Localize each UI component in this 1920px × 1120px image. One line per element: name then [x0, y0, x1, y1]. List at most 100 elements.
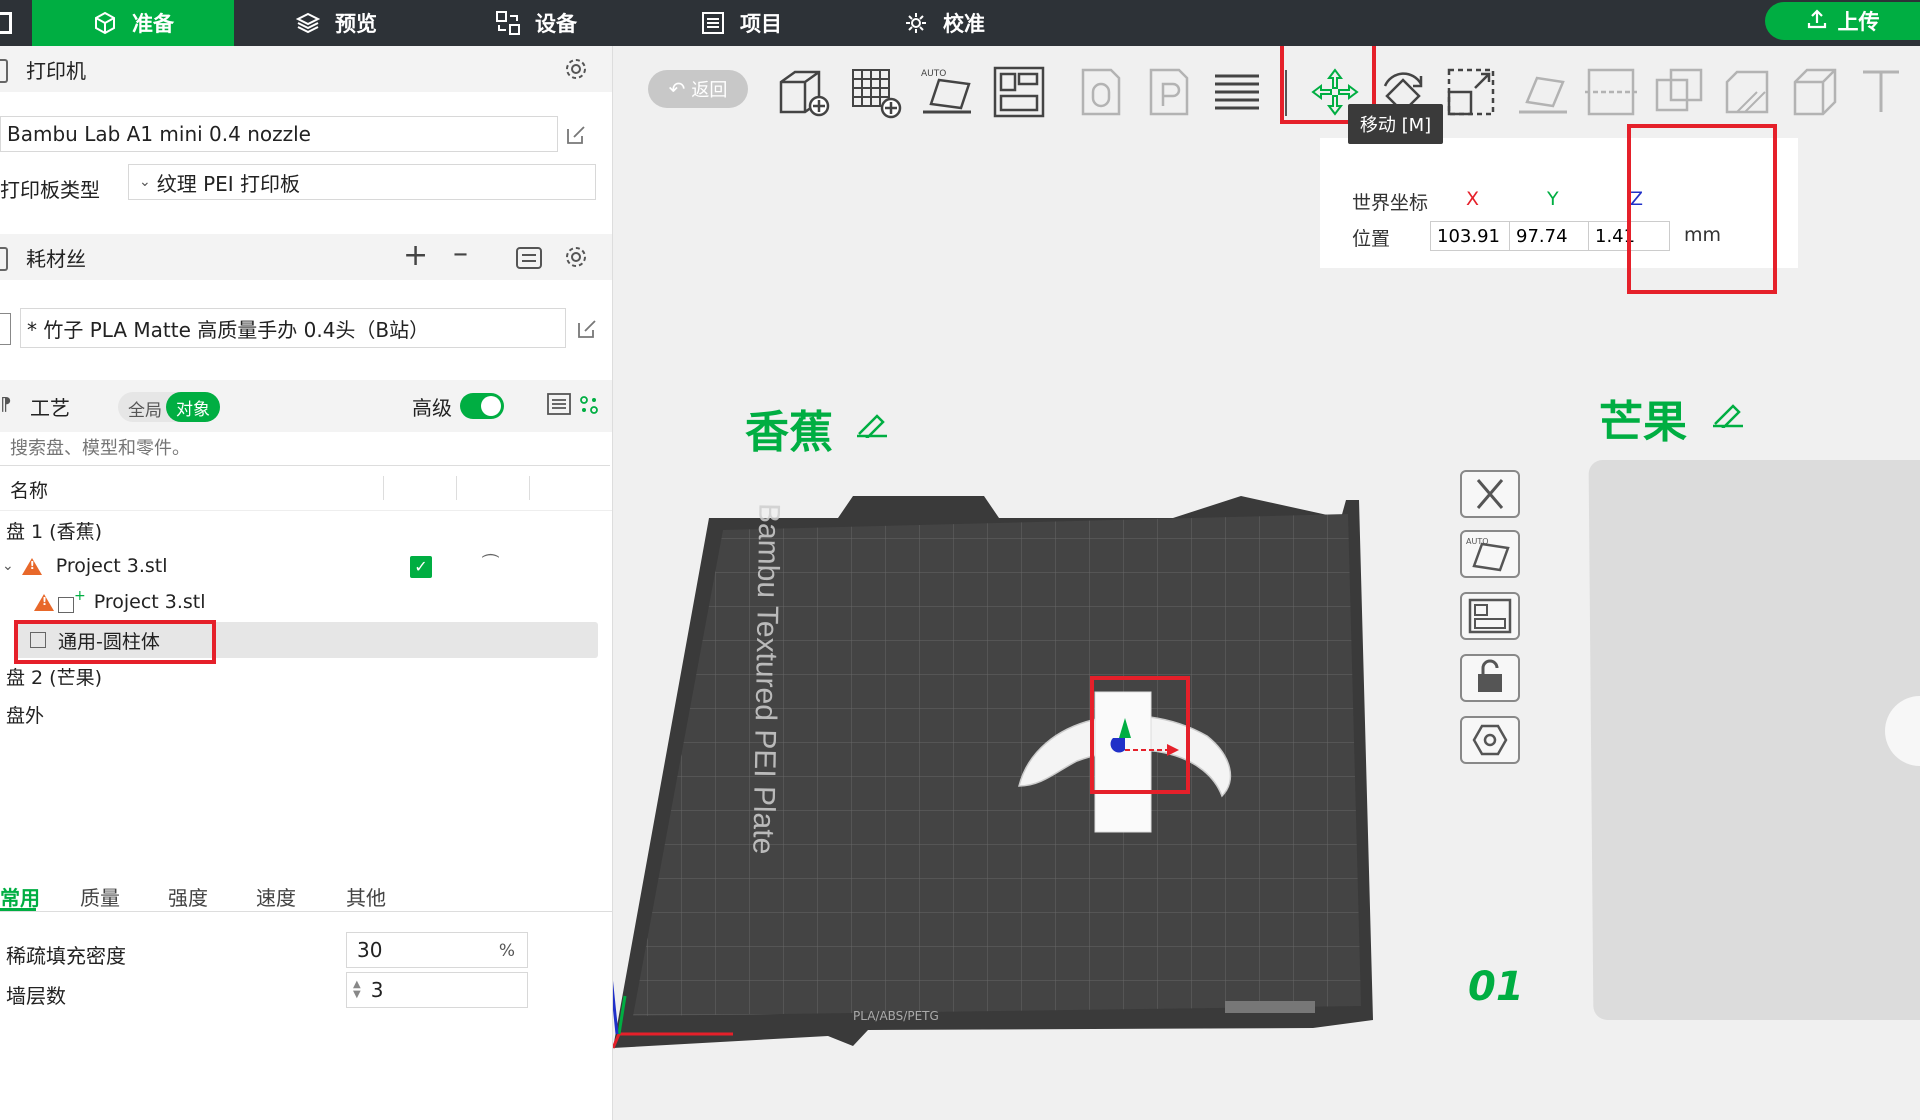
wall-loops-stepper[interactable]: ▲ ▼ 3 [346, 972, 528, 1008]
plate-type-label: 打印板类型 [0, 178, 100, 202]
cube-icon [92, 10, 118, 36]
column-divider [383, 476, 384, 500]
seam-paint-icon[interactable] [1785, 62, 1845, 122]
lay-on-face-icon[interactable] [1513, 62, 1573, 122]
printer-section-header: 打印机 [0, 46, 612, 92]
remove-filament-button[interactable]: – [453, 236, 468, 271]
chevron-down-icon[interactable]: ⌄ [2, 558, 14, 574]
process-list-icon[interactable] [546, 392, 572, 416]
position-label: 位置 [1352, 228, 1391, 250]
tree-plate-1-label: 盘 1 (香蕉) [6, 520, 102, 543]
advanced-switch[interactable] [460, 393, 504, 419]
home-icon[interactable] [0, 12, 12, 34]
infill-density-unit: % [498, 941, 515, 961]
drop-to-bed-icon[interactable]: ⏜ [482, 554, 499, 575]
svg-text:AUTO: AUTO [921, 69, 946, 79]
tab-project[interactable]: 项目 [700, 0, 782, 46]
param-tab-strength[interactable]: 强度 [168, 882, 208, 911]
tree-part-label: Project 3.stl [93, 591, 206, 613]
tree-plate-1[interactable]: 盘 1 (香蕉) [0, 512, 612, 548]
tab-device[interactable]: 设备 [495, 0, 577, 46]
edit-printer-icon[interactable] [565, 124, 587, 146]
warning-icon [34, 593, 54, 611]
compare-icon[interactable] [578, 394, 600, 416]
split-to-objects-icon[interactable] [1071, 62, 1131, 122]
edit-filament-icon[interactable] [576, 318, 598, 340]
wall-loops-label: 墙层数 [6, 984, 66, 1008]
infill-density-label: 稀疏填充密度 [6, 944, 126, 968]
position-x-input[interactable] [1430, 221, 1512, 251]
lock-icon [1478, 659, 1502, 692]
world-coordinates-label: 世界坐标 [1352, 192, 1429, 214]
split-to-parts-icon[interactable] [1139, 62, 1199, 122]
add-filament-button[interactable]: + [403, 238, 428, 273]
plate-lock-button[interactable] [1460, 654, 1520, 702]
printer-settings-gear-icon[interactable] [563, 56, 589, 82]
arrange-icon[interactable] [989, 62, 1049, 122]
tab-calibrate[interactable]: 校准 [903, 0, 985, 46]
plate-type-select[interactable]: ⌄ 纹理 PEI 打印板 [128, 164, 596, 200]
filament-section-title: 耗材丝 [26, 246, 86, 271]
axis-y-label: Y [1547, 188, 1559, 210]
param-tab-common[interactable]: 常用 [0, 882, 40, 911]
tree-plate-2-label: 盘 2 (芒果) [6, 666, 102, 689]
text-tool-icon[interactable] [1853, 62, 1913, 122]
filament-section-header: 耗材丝 + – [0, 234, 612, 280]
search-input[interactable] [0, 432, 610, 466]
param-tabs-divider [0, 911, 612, 912]
chevron-down-icon: ⌄ [139, 174, 151, 190]
arrange-icon [1468, 598, 1512, 634]
plate-settings-button[interactable] [1460, 716, 1520, 764]
process-icon: ⁋ [0, 394, 12, 415]
back-button[interactable]: ↶ 返回 [648, 70, 748, 108]
plate-auto-orient-button[interactable]: AUTO [1460, 530, 1520, 578]
filament-sync-icon[interactable] [515, 246, 543, 270]
infill-density-input[interactable]: 30 % [346, 932, 528, 968]
tree-plate-2[interactable]: 盘 2 (芒果) [0, 658, 612, 694]
delete-plate-button[interactable] [1460, 470, 1520, 518]
part-icon [58, 597, 74, 613]
position-y-input[interactable] [1509, 221, 1591, 251]
variable-layer-height-icon[interactable] [1207, 62, 1267, 122]
add-plate-icon[interactable] [845, 62, 905, 122]
warning-icon [21, 557, 42, 575]
scale-icon[interactable] [1441, 62, 1501, 122]
filament-color-swatch[interactable] [0, 313, 11, 345]
filament-field[interactable]: * 竹子 PLA Matte 高质量手办 0.4头（B站） [20, 308, 566, 348]
tree-part-row[interactable]: + Project 3.stl [0, 584, 612, 620]
support-paint-icon[interactable] [1717, 62, 1777, 122]
left-panel: 打印机 Bambu Lab A1 mini 0.4 nozzle 打印板类型 ⌄… [0, 46, 613, 1120]
3d-viewport[interactable]: ↶ 返回 AUTO 世界坐标 X Y Z 位置 mm 移动 [M] [613, 46, 1920, 1120]
param-tab-quality[interactable]: 质量 [80, 882, 120, 911]
auto-orient-icon[interactable]: AUTO [917, 62, 977, 122]
stepper-arrows-icon[interactable]: ▲ ▼ [353, 980, 361, 1000]
filament-settings-gear-icon[interactable] [563, 244, 589, 270]
tab-prepare-label: 准备 [132, 12, 174, 36]
plate-arrange-button[interactable] [1460, 592, 1520, 640]
tree-object-row[interactable]: ⌄ Project 3.stl ✓ ⏜ [0, 548, 612, 584]
upload-button[interactable]: 上传 [1765, 2, 1920, 40]
param-tab-speed[interactable]: 速度 [256, 882, 296, 911]
tab-project-label: 项目 [740, 12, 782, 36]
printer-icon [0, 59, 8, 83]
add-object-icon[interactable] [773, 62, 833, 122]
printer-model-field[interactable]: Bambu Lab A1 mini 0.4 nozzle [0, 116, 558, 152]
build-plate-2[interactable] [1588, 460, 1920, 1020]
param-tab-other[interactable]: 其他 [346, 882, 386, 911]
move-tooltip: 移动 [M] [1348, 104, 1443, 144]
layers-icon [295, 10, 321, 36]
printable-checkbox[interactable]: ✓ [410, 556, 432, 578]
tab-preview[interactable]: 预览 [295, 0, 377, 46]
highlight-z-coordinate-box [1627, 124, 1777, 294]
column-divider [529, 476, 530, 500]
scope-toggle[interactable]: 全局 对象 [118, 392, 220, 422]
edit-plate-2-name-pencil-icon[interactable] [1711, 404, 1745, 428]
tree-outside[interactable]: 盘外 [0, 696, 612, 732]
wall-loops-value: 3 [370, 978, 384, 1002]
plate-footer-text: PLA/ABS/PETG [853, 1009, 939, 1023]
tree-object-label: Project 3.stl [55, 555, 168, 577]
edit-plate-1-name-pencil-icon[interactable] [855, 414, 889, 438]
cut-icon[interactable] [1581, 62, 1641, 122]
tab-prepare[interactable]: 准备 [32, 0, 234, 46]
boolean-icon[interactable] [1649, 62, 1709, 122]
